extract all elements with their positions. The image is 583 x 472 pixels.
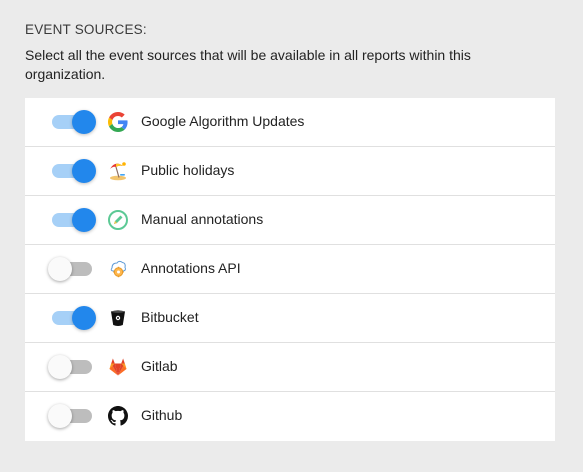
github-icon [108,406,128,426]
event-source-row-public-holidays: Public holidays [25,147,555,196]
beach-umbrella-icon [108,161,128,181]
gitlab-toggle[interactable] [48,355,92,379]
event-source-label: Annotations API [141,260,241,276]
event-sources-list: Google Algorithm Updates Public holidays [25,98,555,441]
toggle-thumb [48,404,72,428]
toggle-thumb [72,159,96,183]
google-algorithm-updates-toggle[interactable] [52,110,96,134]
manual-annotations-toggle[interactable] [52,208,96,232]
toggle-thumb [48,355,72,379]
public-holidays-toggle[interactable] [52,159,96,183]
google-icon [108,112,128,132]
event-source-label: Google Algorithm Updates [141,113,305,129]
bitbucket-toggle[interactable] [52,306,96,330]
event-source-label: Github [141,407,183,423]
event-source-row-annotations-api: Annotations API [25,245,555,294]
event-source-row-bitbucket: Bitbucket [25,294,555,343]
github-toggle[interactable] [48,404,92,428]
event-source-label: Public holidays [141,162,235,178]
api-gear-icon [108,259,128,279]
event-source-label: Gitlab [141,358,178,374]
event-source-row-github: Github [25,392,555,440]
event-source-label: Manual annotations [141,211,264,227]
toggle-thumb [72,306,96,330]
event-source-row-gitlab: Gitlab [25,343,555,392]
toggle-thumb [72,208,96,232]
annotations-api-toggle[interactable] [48,257,92,281]
toggle-thumb [48,257,72,281]
section-description: Select all the event sources that will b… [25,47,471,82]
event-source-row-manual-annotations: Manual annotations [25,196,555,245]
event-source-row-google: Google Algorithm Updates [25,98,555,147]
event-source-label: Bitbucket [141,309,199,325]
bitbucket-icon [108,308,128,328]
pencil-icon [108,210,128,230]
gitlab-icon [108,357,128,377]
toggle-thumb [72,110,96,134]
section-title: EVENT SOURCES: [25,22,147,37]
